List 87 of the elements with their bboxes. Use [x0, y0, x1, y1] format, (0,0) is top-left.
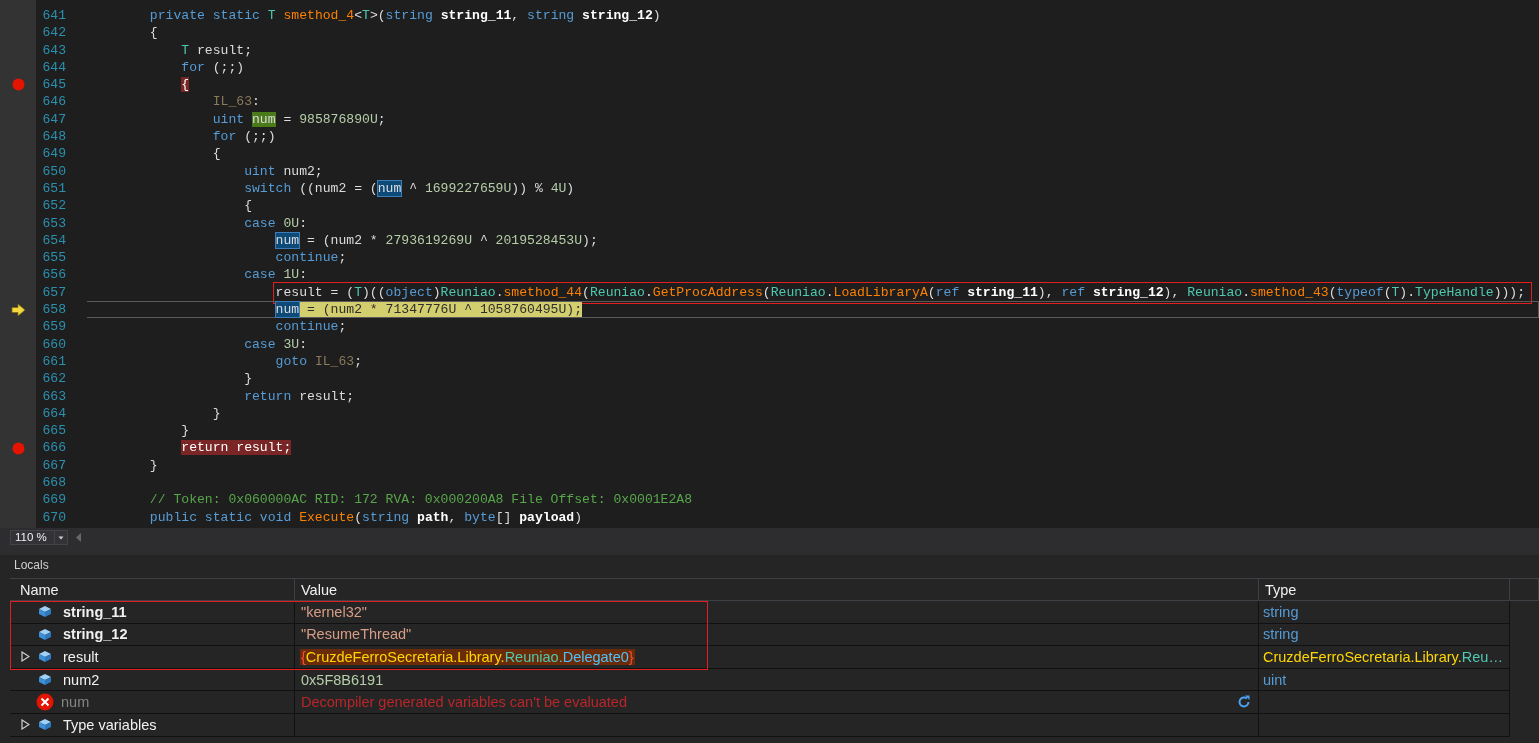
- column-header[interactable]: Name: [10, 578, 295, 601]
- line-number: 663: [41, 387, 66, 405]
- code-line: for (;;): [211, 128, 277, 146]
- code-line: continue;: [274, 318, 348, 336]
- line-number: 666: [41, 439, 66, 457]
- error-icon: [36, 693, 54, 712]
- code-line: {: [243, 197, 253, 215]
- cube-icon: [38, 650, 52, 664]
- variable-type: uint: [1262, 671, 1288, 688]
- line-number: 648: [41, 128, 66, 146]
- code-line: return result;: [243, 387, 356, 405]
- line-number: 658: [41, 301, 66, 319]
- variable-value: "kernel32": [300, 603, 368, 620]
- code-line: case 3U:: [243, 335, 308, 353]
- code-line: num = (num2 * 71347776U ^ 1058760495U);: [87, 301, 1539, 319]
- code-line: T result;: [180, 41, 253, 59]
- line-number: 653: [41, 214, 66, 232]
- line-number: 642: [41, 24, 66, 42]
- variable-value: {CruzdeFerroSecretaria.Library.Reuniao.Delegate0}: [300, 649, 635, 665]
- code-line: {: [148, 24, 159, 42]
- variable-type: string: [1262, 626, 1300, 643]
- line-number: 646: [41, 93, 66, 111]
- column-header[interactable]: Type: [1259, 578, 1510, 601]
- column-header[interactable]: Value: [295, 578, 1259, 601]
- line-number: 643: [41, 41, 66, 59]
- scroll-left-icon[interactable]: [76, 532, 82, 542]
- line-number: 661: [41, 352, 66, 371]
- line-number: 655: [41, 249, 66, 267]
- cube-icon: [38, 718, 52, 732]
- line-number: 659: [41, 318, 66, 336]
- line-number: 668: [41, 474, 66, 492]
- line-number: 651: [41, 179, 66, 198]
- code-line: num = (num2 * 2793619269U ^ 2019528453U);: [274, 231, 599, 250]
- code-line: for (;;): [180, 58, 246, 77]
- breakpoint-icon[interactable]: [11, 441, 25, 455]
- variable-name: num: [61, 694, 90, 711]
- variable-value: "ResumeThread": [300, 626, 413, 643]
- code-line: }: [180, 422, 191, 440]
- expand-icon[interactable]: [21, 719, 30, 731]
- line-number: 641: [41, 7, 66, 25]
- variable-value: Decompiler generated variables can't be evaluated: [300, 694, 628, 711]
- code-line: {: [211, 145, 222, 163]
- expand-icon[interactable]: [21, 651, 30, 663]
- breakpoint-icon[interactable]: [11, 78, 25, 92]
- line-number: 656: [41, 266, 66, 284]
- line-number: 645: [41, 76, 66, 94]
- line-number: 652: [41, 197, 66, 215]
- code-line: goto IL_63;: [274, 352, 364, 371]
- code-line: switch ((num2 = (num ^ 1699227659U)) % 4U): [243, 179, 576, 198]
- variable-name: num2: [63, 671, 100, 688]
- code-line: continue;: [274, 249, 348, 267]
- line-number: 662: [41, 370, 66, 388]
- code-line: uint num = 985876890U;: [211, 110, 387, 129]
- variable-name: result: [63, 649, 99, 665]
- zoom-dropdown[interactable]: 110 %: [10, 529, 68, 545]
- line-number: 665: [41, 422, 66, 440]
- code-line: }: [148, 456, 159, 474]
- cube-icon: [38, 627, 52, 641]
- code-line: private static T smethod_4<T>(string string_11, string string_12): [148, 7, 662, 25]
- code-line: }: [211, 404, 222, 423]
- line-number: 669: [41, 491, 66, 509]
- variable-value: 0x5F8B6191: [300, 671, 385, 688]
- cube-icon: [38, 673, 52, 687]
- line-number: 660: [41, 335, 66, 353]
- code-line: case 1U:: [243, 266, 308, 284]
- line-number: 657: [41, 283, 66, 302]
- variable-type: CruzdeFerroSecretaria.Library.Reu…: [1262, 649, 1504, 665]
- code-line: }: [243, 370, 253, 388]
- line-number: 647: [41, 110, 66, 129]
- code-line: // Token: 0x060000AC RID: 172 RVA: 0x000200A8 File Offset: 0x0001E2A8: [148, 491, 694, 509]
- code-line: IL_63:: [211, 93, 261, 111]
- line-number: 644: [41, 58, 66, 77]
- code-line: public static void Execute(string path, byte[] payload): [148, 508, 584, 526]
- line-number: 654: [41, 231, 66, 250]
- variable-name: string_12: [63, 626, 128, 643]
- line-number: 670: [41, 508, 66, 526]
- line-number: 667: [41, 456, 66, 474]
- code-line: case 0U:: [243, 214, 308, 232]
- line-number: 664: [41, 404, 66, 423]
- variable-name: string_11: [63, 603, 127, 620]
- code-line: uint num2;: [243, 162, 324, 180]
- panel-title: Locals: [14, 558, 49, 572]
- variable-name: Type variables: [63, 716, 157, 733]
- cube-icon: [38, 605, 52, 619]
- line-number: 650: [41, 162, 66, 180]
- variable-type: string: [1262, 603, 1300, 620]
- line-number: 649: [41, 145, 66, 163]
